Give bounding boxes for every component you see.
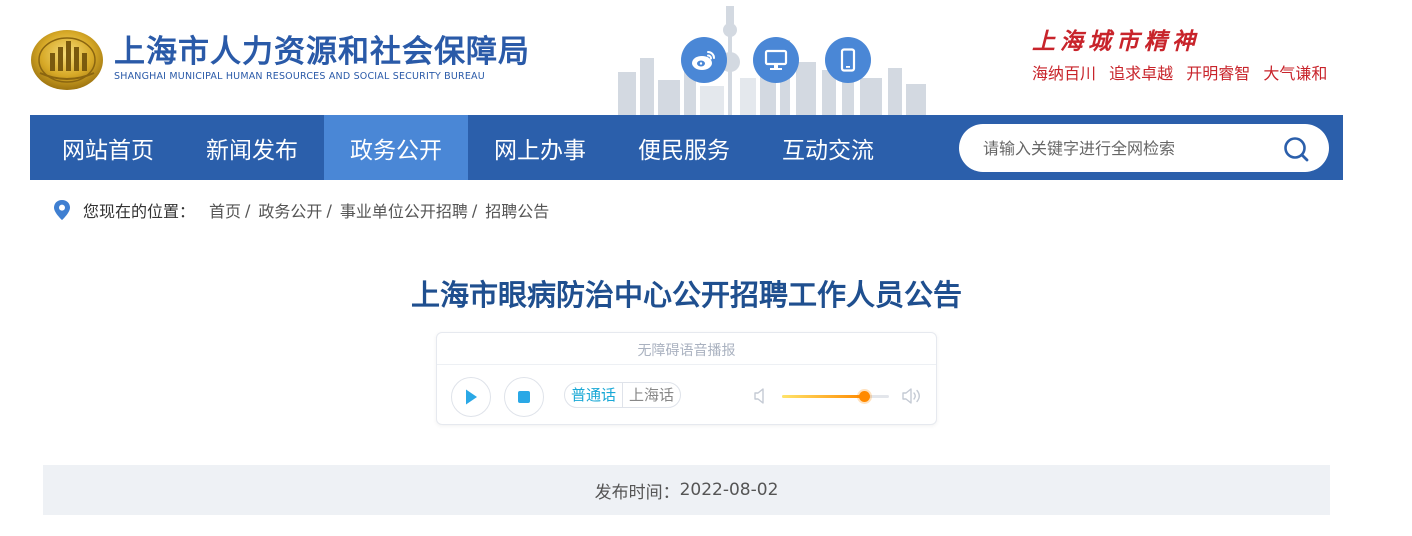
site-subtitle: SHANGHAI MUNICIPAL HUMAN RESOURCES AND S… <box>114 71 485 82</box>
weibo-button[interactable] <box>681 37 727 83</box>
nav-item-home[interactable]: 网站首页 <box>36 115 180 180</box>
nav-item-public-services[interactable]: 便民服务 <box>612 115 756 180</box>
nav-item-online-services[interactable]: 网上办事 <box>468 115 612 180</box>
volume-slider[interactable] <box>782 391 889 402</box>
volume-high-icon[interactable] <box>901 386 923 406</box>
audio-player-label: 无障碍语音播报 <box>637 343 736 359</box>
article-title: 上海市眼病防治中心公开招聘工作人员公告 <box>410 278 962 312</box>
breadcrumb-separator: / <box>245 200 251 220</box>
breadcrumb-separator: / <box>471 200 478 220</box>
search-box <box>959 124 1329 172</box>
stop-button[interactable] <box>504 377 544 417</box>
play-icon <box>466 389 477 405</box>
site-title: 上海市人力资源和社会保障局 <box>114 34 530 70</box>
desktop-site-button[interactable] <box>753 37 799 83</box>
slogan-2: 追求卓越 <box>1109 64 1174 83</box>
publish-date: 2022-08-02 <box>679 480 779 500</box>
breadcrumb-government-affairs[interactable]: 政务公开 <box>258 198 322 222</box>
audio-divider <box>437 364 936 365</box>
volume-low-icon[interactable] <box>753 386 769 406</box>
location-pin-icon <box>54 200 70 220</box>
weibo-icon <box>692 51 715 70</box>
search-icon[interactable] <box>1283 135 1311 163</box>
nav-item-government-affairs[interactable]: 政务公开 <box>324 115 468 180</box>
publish-info: 发布时间： 2022-08-02 <box>43 465 1330 515</box>
dialect-shanghainese-option[interactable]: 上海话 <box>623 383 680 407</box>
city-spirit-title: 上海城市精神 <box>1032 28 1200 55</box>
breadcrumb-label: 您现在的位置： <box>83 202 196 221</box>
audio-player: 无障碍语音播报 普通话 上海话 <box>436 332 937 425</box>
mobile-site-button[interactable] <box>825 37 871 83</box>
main-nav: 网站首页 新闻发布 政务公开 网上办事 便民服务 互动交流 <box>30 115 1343 180</box>
site-header: 上海市人力资源和社会保障局 SHANGHAI MUNICIPAL HUMAN R… <box>0 0 1412 115</box>
volume-slider-handle[interactable] <box>859 391 871 402</box>
bureau-emblem-logo <box>31 30 103 90</box>
city-spirit-slogans: 海纳百川 追求卓越 开明睿智 大气谦和 <box>1032 60 1335 84</box>
breadcrumb-recruitment-notice[interactable]: 招聘公告 <box>485 198 549 222</box>
monitor-icon <box>764 49 788 70</box>
breadcrumb-separator: / <box>326 200 332 220</box>
stop-icon <box>518 391 530 403</box>
nav-item-news[interactable]: 新闻发布 <box>180 115 324 180</box>
mobile-icon <box>840 48 856 72</box>
slogan-3: 开明睿智 <box>1186 64 1251 83</box>
nav-item-interaction[interactable]: 互动交流 <box>756 115 900 180</box>
breadcrumb-public-recruitment[interactable]: 事业单位公开招聘 <box>340 198 468 222</box>
slogan-1: 海纳百川 <box>1032 64 1097 83</box>
breadcrumb: 您现在的位置： 首页 / 政务公开 / 事业单位公开招聘 / 招聘公告 <box>52 199 549 221</box>
play-button[interactable] <box>451 377 491 417</box>
dialect-mandarin-option[interactable]: 普通话 <box>565 383 624 407</box>
breadcrumb-home[interactable]: 首页 <box>209 198 241 222</box>
search-input[interactable] <box>983 124 1273 172</box>
dialect-toggle: 普通话 上海话 <box>564 382 682 408</box>
slogan-4: 大气谦和 <box>1263 64 1328 83</box>
volume-slider-fill <box>782 395 865 398</box>
publish-time-label: 发布时间： <box>594 482 680 503</box>
